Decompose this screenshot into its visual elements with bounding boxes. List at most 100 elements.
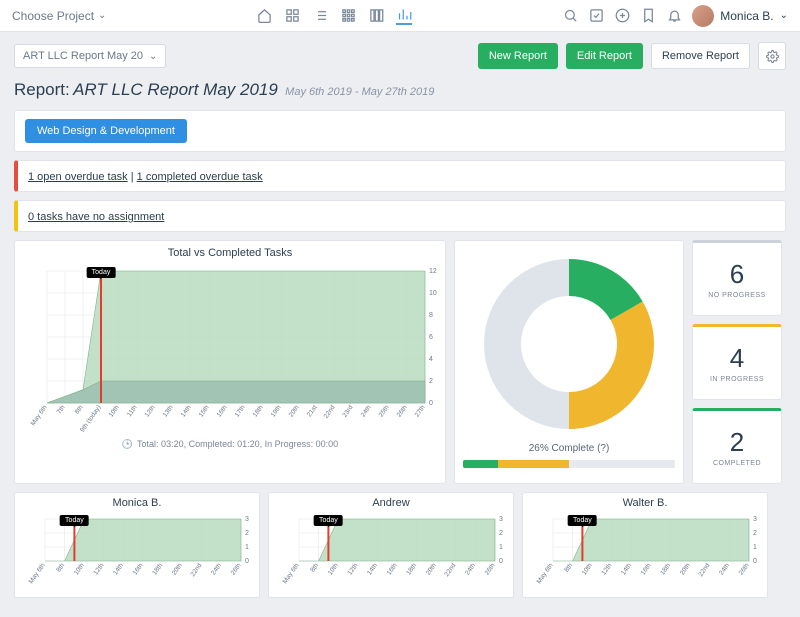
plus-icon[interactable] <box>614 8 630 24</box>
svg-text:14th: 14th <box>620 562 633 577</box>
list-icon[interactable] <box>312 8 328 24</box>
today-badge: Today <box>60 515 89 526</box>
stat-label: IN PROGRESS <box>710 376 764 383</box>
svg-text:10th: 10th <box>108 404 121 419</box>
overdue-completed-link[interactable]: 1 completed overdue task <box>137 171 263 183</box>
svg-text:22nd: 22nd <box>443 562 457 578</box>
svg-text:18th: 18th <box>659 562 672 577</box>
bell-icon[interactable] <box>666 8 682 24</box>
svg-text:4: 4 <box>429 356 433 363</box>
stat-number: 4 <box>730 343 744 374</box>
svg-text:10th: 10th <box>327 562 340 577</box>
svg-text:11th: 11th <box>126 404 139 418</box>
today-badge: Today <box>87 267 116 278</box>
svg-text:0: 0 <box>753 558 757 565</box>
svg-text:16th: 16th <box>132 562 145 577</box>
svg-text:24th: 24th <box>718 562 731 577</box>
topbar: Choose Project ⌄ Monica B. ⌄ <box>0 0 800 32</box>
svg-text:0: 0 <box>245 558 249 565</box>
chart-icon[interactable] <box>396 9 412 25</box>
search-icon[interactable] <box>562 8 578 24</box>
title-name: ART LLC Report May 2019 <box>73 80 278 99</box>
svg-text:24th: 24th <box>360 404 373 419</box>
stat-card: 4 IN PROGRESS <box>692 324 782 400</box>
chart-title: Total vs Completed Tasks <box>23 247 437 259</box>
stat-number: 6 <box>730 259 744 290</box>
title-prefix: Report: <box>14 80 70 99</box>
user-name: Monica B. <box>720 9 773 23</box>
svg-text:16th: 16th <box>640 562 653 577</box>
svg-text:27th: 27th <box>414 404 427 419</box>
svg-text:12th: 12th <box>346 562 359 577</box>
no-assignment-link[interactable]: 0 tasks have no assignment <box>28 211 164 223</box>
people-row: Monica B. 0123May 6th8th10th12th14th16th… <box>14 492 786 598</box>
overdue-alert: 1 open overdue task | 1 completed overdu… <box>14 160 786 192</box>
report-selector-label: ART LLC Report May 20 <box>23 50 143 62</box>
svg-text:May 6th: May 6th <box>536 562 555 585</box>
project-selector[interactable]: Choose Project ⌄ <box>12 9 106 23</box>
grid-icon[interactable] <box>284 8 300 24</box>
svg-text:10th: 10th <box>581 562 594 577</box>
svg-text:19th: 19th <box>270 404 283 419</box>
filter-card: Web Design & Development <box>14 110 786 152</box>
person-card: Andrew 0123May 6th8th10th12th14th16th18t… <box>268 492 514 598</box>
svg-text:12: 12 <box>429 268 437 275</box>
svg-text:15th: 15th <box>198 404 211 419</box>
svg-text:10th: 10th <box>73 562 86 577</box>
edit-report-button[interactable]: Edit Report <box>566 43 643 69</box>
svg-text:1: 1 <box>499 544 503 551</box>
svg-text:12th: 12th <box>144 404 157 419</box>
svg-text:26th: 26th <box>738 562 751 577</box>
user-menu[interactable]: Monica B. ⌄ <box>692 5 788 27</box>
svg-text:16th: 16th <box>386 562 399 577</box>
svg-text:0: 0 <box>429 400 433 407</box>
new-report-button[interactable]: New Report <box>478 43 558 69</box>
columns-icon[interactable] <box>368 8 384 24</box>
svg-text:18th: 18th <box>151 562 164 577</box>
svg-text:8th: 8th <box>309 562 320 574</box>
remove-report-button[interactable]: Remove Report <box>651 43 750 69</box>
svg-text:May 6th: May 6th <box>282 562 301 585</box>
overdue-open-link[interactable]: 1 open overdue task <box>28 171 128 183</box>
svg-text:24th: 24th <box>464 562 477 577</box>
svg-text:8th: 8th <box>55 562 66 574</box>
svg-text:25th: 25th <box>378 404 391 419</box>
svg-text:16th: 16th <box>216 404 229 419</box>
svg-text:14th: 14th <box>180 404 193 419</box>
svg-text:24th: 24th <box>210 562 223 577</box>
no-assignment-alert: 0 tasks have no assignment <box>14 200 786 232</box>
report-selector[interactable]: ART LLC Report May 20 ⌄ <box>14 44 166 68</box>
bookmark-icon[interactable] <box>640 8 656 24</box>
grid2-icon[interactable] <box>340 8 356 24</box>
filter-chip[interactable]: Web Design & Development <box>25 119 187 143</box>
settings-button[interactable] <box>758 42 786 70</box>
avatar <box>692 5 714 27</box>
svg-text:18th: 18th <box>252 404 265 419</box>
home-icon[interactable] <box>256 8 272 24</box>
svg-text:3: 3 <box>499 516 503 523</box>
clock-icon: 🕒 <box>122 439 133 449</box>
chevron-down-icon: ⌄ <box>98 10 106 21</box>
svg-text:3: 3 <box>245 516 249 523</box>
donut-progress-bar <box>463 460 675 468</box>
svg-text:1: 1 <box>753 544 757 551</box>
svg-text:8th: 8th <box>563 562 574 574</box>
check-icon[interactable] <box>588 8 604 24</box>
report-title: Report: ART LLC Report May 2019 May 6th … <box>14 80 786 100</box>
chevron-down-icon: ⌄ <box>780 10 788 21</box>
svg-text:0: 0 <box>499 558 503 565</box>
svg-text:26th: 26th <box>396 404 409 419</box>
stat-label: NO PROGRESS <box>708 292 766 299</box>
svg-text:14th: 14th <box>366 562 379 577</box>
svg-text:20th: 20th <box>679 562 692 577</box>
stat-number: 2 <box>730 427 744 458</box>
person-card: Walter B. 0123May 6th8th10th12th14th16th… <box>522 492 768 598</box>
completion-donut: 26% Complete (?) <box>454 240 684 484</box>
total-vs-completed-chart: Total vs Completed Tasks 024681012May 6t… <box>14 240 446 484</box>
svg-text:8: 8 <box>429 312 433 319</box>
svg-text:3: 3 <box>753 516 757 523</box>
person-card: Monica B. 0123May 6th8th10th12th14th16th… <box>14 492 260 598</box>
svg-text:17th: 17th <box>234 404 247 419</box>
svg-text:26th: 26th <box>230 562 243 577</box>
chart-footer: 🕒Total: 03:20, Completed: 01:20, In Prog… <box>23 439 437 450</box>
